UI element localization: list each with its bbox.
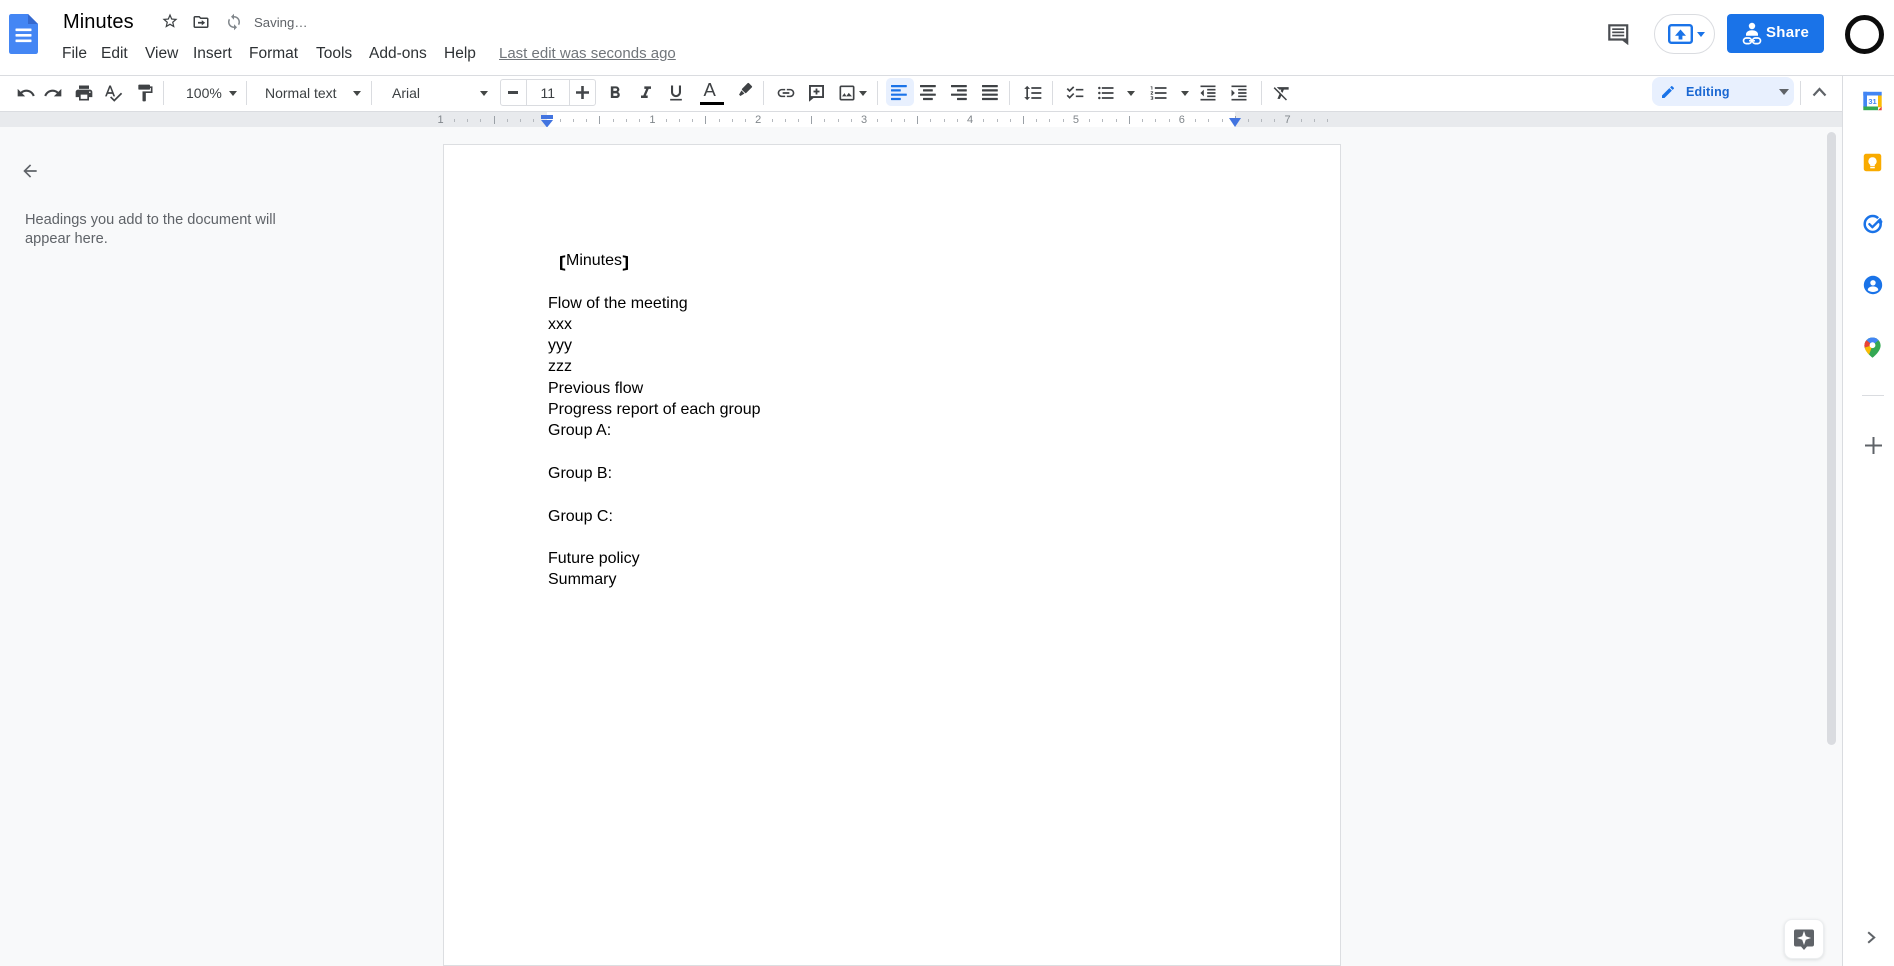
svg-text:31: 31 xyxy=(1868,97,1876,106)
